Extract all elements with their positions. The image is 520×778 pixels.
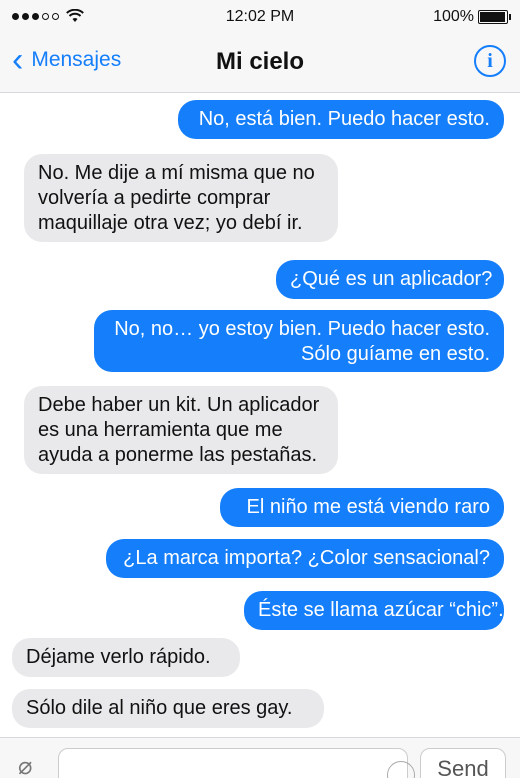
battery-icon <box>478 10 511 24</box>
sent-message-bubble[interactable]: ¿La marca importa? ¿Color sensacional? <box>106 539 504 578</box>
message-text-line: ¿Qué es un aplicador? <box>290 268 493 290</box>
message-text-line: El niño me está viendo raro <box>246 496 490 518</box>
battery-percent: 100% <box>433 8 474 25</box>
message-list: No, está bien. Puedo hacer esto. No. Me d… <box>0 92 520 737</box>
status-bar: 12:02 PM 100% <box>0 0 520 34</box>
received-message-bubble[interactable]: No. Me dije a mí misma que no volvería a … <box>24 154 338 242</box>
send-button[interactable]: Send <box>420 748 506 778</box>
message-text-line: maquillaje otra vez; yo debí ir. <box>38 212 303 234</box>
message-text-line: No, no… yo estoy bien. Puedo hacer esto. <box>114 318 490 340</box>
battery-indicator: 100% <box>433 8 511 26</box>
message-text-line: ¿La marca importa? ¿Color sensacional? <box>123 547 490 569</box>
message-text-line: ayuda a ponerme las pestañas. <box>38 444 318 466</box>
attachment-icon[interactable]: ⌀ <box>18 752 32 778</box>
message-text-line: Éste se llama azúcar “chic”. <box>258 599 504 621</box>
received-message-bubble[interactable]: Déjame verlo rápido. <box>12 638 240 677</box>
message-text-line: Sólo dile al niño que eres gay. <box>26 697 293 719</box>
message-text-line: Debe haber un kit. Un aplicador <box>38 394 320 416</box>
info-icon[interactable]: i <box>474 45 506 77</box>
message-text-line: Déjame verlo rápido. <box>26 646 211 668</box>
sent-message-bubble[interactable]: No, no… yo estoy bien. Puedo hacer esto.… <box>94 310 504 372</box>
input-bar: ⌀ Send <box>0 737 520 778</box>
sent-message-bubble[interactable]: No, está bien. Puedo hacer esto. <box>178 100 504 139</box>
message-text-line: No. Me dije a mí misma que no <box>38 162 315 184</box>
received-message-bubble[interactable]: Debe haber un kit. Un aplicador es una he… <box>24 386 338 474</box>
message-text-line: No, está bien. Puedo hacer esto. <box>198 108 490 130</box>
message-input[interactable] <box>58 748 455 778</box>
emoji-icon[interactable] <box>387 761 415 778</box>
sent-message-bubble[interactable]: Éste se llama azúcar “chic”. <box>244 591 504 630</box>
message-text-line: volvería a pedirte comprar <box>38 187 271 209</box>
message-text-line: Sólo guíame en esto. <box>300 343 490 365</box>
sent-message-bubble[interactable]: El niño me está viendo raro <box>220 488 504 527</box>
sent-message-bubble[interactable]: ¿Qué es un aplicador? <box>276 260 504 299</box>
conversation-title: Mi cielo <box>215 48 305 75</box>
received-message-bubble[interactable]: Sólo dile al niño que eres gay. <box>12 689 324 728</box>
nav-bar: ‹ Mensajes Mi cielo i <box>0 34 520 93</box>
message-text-line: es una herramienta que me <box>38 419 283 441</box>
